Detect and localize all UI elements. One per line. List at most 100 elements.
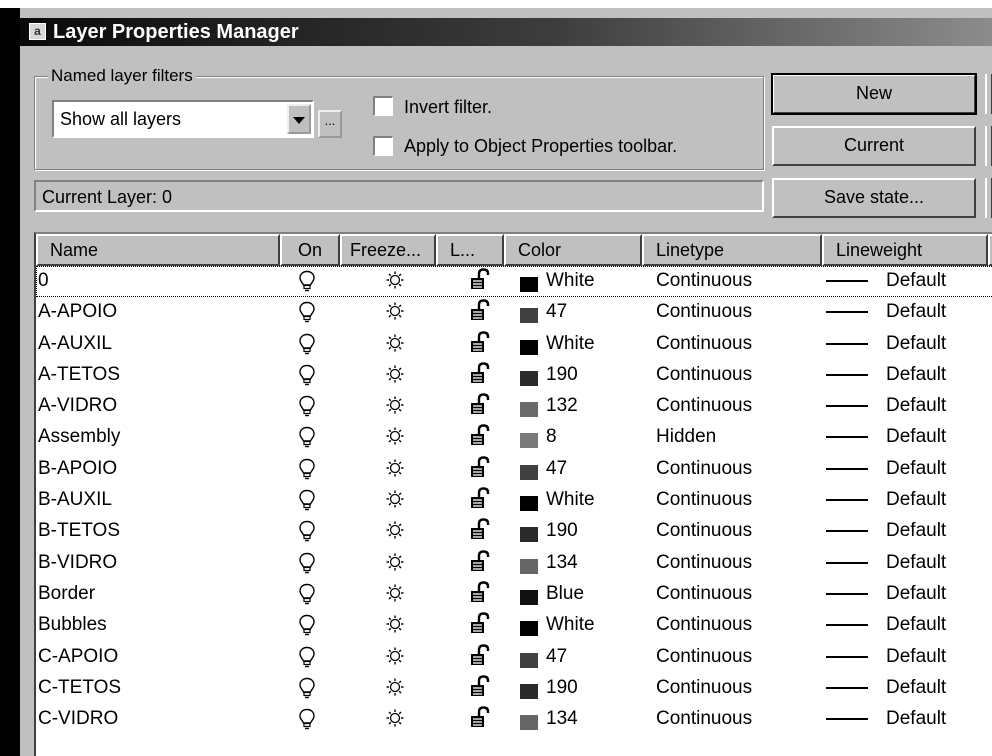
column-name[interactable]: Name	[36, 234, 280, 266]
layer-linetype[interactable]: Hidden	[656, 425, 716, 449]
color-swatch[interactable]	[520, 308, 538, 324]
sun-thawed-icon[interactable]	[386, 365, 404, 383]
invert-filter-label[interactable]: Invert filter.	[404, 96, 492, 118]
app-icon[interactable]: a	[29, 23, 46, 40]
padlock-unlocked-icon[interactable]	[469, 518, 491, 542]
lightbulb-on-icon[interactable]	[298, 520, 316, 542]
column-lineweight[interactable]: Lineweight	[822, 234, 988, 266]
lightbulb-on-icon[interactable]	[298, 395, 316, 417]
sun-thawed-icon[interactable]	[386, 615, 404, 633]
layer-linetype[interactable]: Continuous	[656, 457, 752, 481]
layer-lineweight[interactable]: Default	[886, 332, 946, 356]
layer-lineweight[interactable]: Default	[886, 269, 946, 293]
layer-row[interactable]: Assembly 8 Hidden Default	[36, 422, 992, 453]
filter-browse-button[interactable]: ...	[318, 110, 342, 138]
layer-list[interactable]: Name On Freeze... L... Color Linetype Li…	[34, 232, 992, 756]
layer-linetype[interactable]: Continuous	[656, 394, 752, 418]
layer-row[interactable]: B-TETOS 190 Continuous Default	[36, 516, 992, 547]
padlock-unlocked-icon[interactable]	[469, 330, 491, 355]
layer-linetype[interactable]: Continuous	[656, 645, 752, 669]
color-swatch[interactable]	[520, 370, 538, 386]
layer-row[interactable]: A-AUXIL White Continuous Default	[36, 329, 992, 360]
layer-lineweight[interactable]: Default	[886, 707, 946, 731]
title-bar[interactable]: a Layer Properties Manager	[20, 18, 992, 46]
layer-lineweight[interactable]: Default	[886, 582, 946, 606]
layer-lineweight[interactable]: Default	[886, 676, 946, 700]
color-swatch[interactable]	[520, 402, 538, 418]
padlock-unlocked-icon[interactable]	[469, 549, 491, 574]
sun-thawed-icon[interactable]	[386, 709, 404, 727]
lightbulb-on-icon[interactable]	[298, 552, 316, 574]
lightbulb-on-icon[interactable]	[298, 614, 316, 636]
padlock-unlocked-icon[interactable]	[469, 581, 491, 605]
layer-row[interactable]: A-APOIO 47 Continuous Default	[36, 297, 992, 328]
show-details-button-edge[interactable]	[985, 126, 992, 166]
padlock-unlocked-icon[interactable]	[469, 299, 491, 323]
layer-row[interactable]: A-VIDRO 132 Continuous Default	[36, 391, 992, 422]
padlock-unlocked-icon[interactable]	[469, 268, 491, 292]
color-swatch[interactable]	[520, 652, 538, 668]
color-swatch[interactable]	[520, 433, 538, 449]
layer-lineweight[interactable]: Default	[886, 645, 946, 669]
lightbulb-on-icon[interactable]	[298, 708, 316, 730]
layer-color[interactable]: 190	[546, 519, 578, 543]
layer-lineweight[interactable]: Default	[886, 425, 946, 449]
layer-color[interactable]: White	[546, 332, 595, 356]
apply-toolbar-checkbox[interactable]	[373, 136, 393, 156]
layer-color[interactable]: Blue	[546, 582, 584, 606]
layer-row[interactable]: B-APOIO 47 Continuous Default	[36, 454, 992, 485]
lightbulb-on-icon[interactable]	[298, 333, 316, 355]
column-linetype[interactable]: Linetype	[642, 234, 822, 266]
apply-toolbar-label[interactable]: Apply to Object Properties toolbar.	[404, 135, 677, 157]
sun-thawed-icon[interactable]	[386, 459, 404, 477]
color-swatch[interactable]	[520, 621, 538, 637]
layer-lineweight[interactable]: Default	[886, 394, 946, 418]
sun-thawed-icon[interactable]	[386, 553, 404, 571]
padlock-unlocked-icon[interactable]	[469, 424, 491, 448]
layer-linetype[interactable]: Continuous	[656, 676, 752, 700]
lightbulb-on-icon[interactable]	[298, 364, 316, 386]
padlock-unlocked-icon[interactable]	[469, 706, 491, 730]
lightbulb-on-icon[interactable]	[298, 583, 316, 605]
color-swatch[interactable]	[520, 339, 538, 355]
color-swatch[interactable]	[520, 589, 538, 605]
layer-row[interactable]: Border Blue Continuous Default	[36, 579, 992, 610]
layer-linetype[interactable]: Continuous	[656, 707, 752, 731]
layer-filter-dropdown[interactable]: Show all layers	[52, 100, 314, 138]
layer-row[interactable]: B-AUXIL White Continuous Default	[36, 485, 992, 516]
padlock-unlocked-icon[interactable]	[469, 643, 491, 668]
layer-color[interactable]: 134	[546, 551, 578, 575]
lightbulb-on-icon[interactable]	[298, 270, 316, 292]
layer-row[interactable]: C-APOIO 47 Continuous Default	[36, 642, 992, 673]
padlock-unlocked-icon[interactable]	[469, 612, 491, 636]
sun-thawed-icon[interactable]	[386, 678, 404, 696]
set-current-button[interactable]: Current	[772, 126, 976, 166]
column-freeze[interactable]: Freeze...	[340, 234, 436, 266]
layer-linetype[interactable]: Continuous	[656, 363, 752, 387]
layer-color[interactable]: White	[546, 613, 595, 637]
lightbulb-on-icon[interactable]	[298, 489, 316, 511]
color-swatch[interactable]	[520, 715, 538, 731]
padlock-unlocked-icon[interactable]	[469, 362, 491, 386]
sun-thawed-icon[interactable]	[386, 427, 404, 445]
restore-state-button-edge[interactable]	[985, 178, 992, 218]
padlock-unlocked-icon[interactable]	[469, 456, 491, 480]
layer-color[interactable]: 132	[546, 394, 578, 418]
layer-row[interactable]: 0 White Continuous Default	[36, 266, 992, 298]
layer-lineweight[interactable]: Default	[886, 488, 946, 512]
sun-thawed-icon[interactable]	[386, 490, 404, 508]
layer-row[interactable]: C-VIDRO 134 Continuous Default	[36, 704, 992, 735]
layer-color[interactable]: 8	[546, 425, 557, 449]
layer-row[interactable]: A-TETOS 190 Continuous Default	[36, 360, 992, 391]
layer-color[interactable]: White	[546, 269, 595, 293]
column-lock[interactable]: L...	[436, 234, 504, 266]
padlock-unlocked-icon[interactable]	[469, 393, 491, 417]
lightbulb-on-icon[interactable]	[298, 677, 316, 699]
layer-lineweight[interactable]: Default	[886, 300, 946, 324]
color-swatch[interactable]	[520, 464, 538, 480]
sun-thawed-icon[interactable]	[386, 396, 404, 414]
layer-linetype[interactable]: Continuous	[656, 300, 752, 324]
layer-linetype[interactable]: Continuous	[656, 551, 752, 575]
padlock-unlocked-icon[interactable]	[469, 675, 491, 699]
layer-color[interactable]: 47	[546, 457, 567, 481]
